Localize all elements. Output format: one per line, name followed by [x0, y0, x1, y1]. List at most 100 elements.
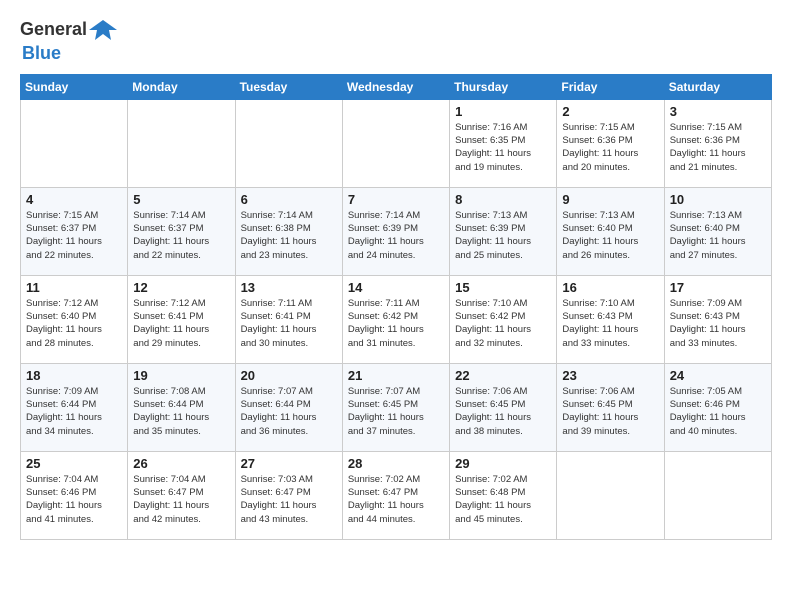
calendar-cell: 15 Sunrise: 7:10 AM Sunset: 6:42 PM Dayli… — [450, 275, 557, 363]
calendar-cell: 9 Sunrise: 7:13 AM Sunset: 6:40 PM Daylig… — [557, 187, 664, 275]
day-number: 19 — [133, 368, 229, 383]
day-number: 7 — [348, 192, 444, 207]
calendar-cell: 24 Sunrise: 7:05 AM Sunset: 6:46 PM Dayli… — [664, 363, 771, 451]
cell-info: Sunrise: 7:10 AM Sunset: 6:42 PM Dayligh… — [455, 297, 551, 350]
day-number: 2 — [562, 104, 658, 119]
cell-info: Sunrise: 7:13 AM Sunset: 6:40 PM Dayligh… — [562, 209, 658, 262]
day-number: 22 — [455, 368, 551, 383]
calendar-cell — [342, 99, 449, 187]
calendar-cell: 13Sunrise: 7:11 AM Sunset: 6:41 PM Dayli… — [235, 275, 342, 363]
calendar-header-row: SundayMondayTuesdayWednesdayThursdayFrid… — [21, 74, 772, 99]
day-number: 29 — [455, 456, 551, 471]
cell-info: Sunrise: 7:06 AM Sunset: 6:45 PM Dayligh… — [455, 385, 551, 438]
day-header-sunday: Sunday — [21, 74, 128, 99]
day-number: 23 — [562, 368, 658, 383]
cell-info: Sunrise: 7:16 AM Sunset: 6:35 PM Dayligh… — [455, 121, 551, 174]
calendar-cell: 8 Sunrise: 7:13 AM Sunset: 6:39 PM Daylig… — [450, 187, 557, 275]
cell-info: Sunrise: 7:14 AM Sunset: 6:38 PM Dayligh… — [241, 209, 337, 262]
cell-info: Sunrise: 7:10 AM Sunset: 6:43 PM Dayligh… — [562, 297, 658, 350]
cell-info: Sunrise: 7:14 AM Sunset: 6:39 PM Dayligh… — [348, 209, 444, 262]
cell-info: Sunrise: 7:03 AM Sunset: 6:47 PM Dayligh… — [241, 473, 337, 526]
cell-info: Sunrise: 7:12 AM Sunset: 6:41 PM Dayligh… — [133, 297, 229, 350]
calendar-cell: 23 Sunrise: 7:06 AM Sunset: 6:45 PM Dayli… — [557, 363, 664, 451]
day-number: 18 — [26, 368, 122, 383]
calendar-cell: 26Sunrise: 7:04 AM Sunset: 6:47 PM Dayli… — [128, 451, 235, 539]
day-number: 15 — [455, 280, 551, 295]
day-number: 10 — [670, 192, 766, 207]
logo-bird-icon — [89, 16, 117, 44]
calendar-cell: 1 Sunrise: 7:16 AM Sunset: 6:35 PM Daylig… — [450, 99, 557, 187]
calendar-cell: 16 Sunrise: 7:10 AM Sunset: 6:43 PM Dayli… — [557, 275, 664, 363]
calendar-cell: 21 Sunrise: 7:07 AM Sunset: 6:45 PM Dayli… — [342, 363, 449, 451]
day-number: 6 — [241, 192, 337, 207]
cell-info: Sunrise: 7:13 AM Sunset: 6:39 PM Dayligh… — [455, 209, 551, 262]
calendar-week-1: 1 Sunrise: 7:16 AM Sunset: 6:35 PM Daylig… — [21, 99, 772, 187]
logo: General Blue — [20, 16, 117, 64]
calendar-cell: 7 Sunrise: 7:14 AM Sunset: 6:39 PM Daylig… — [342, 187, 449, 275]
calendar-cell — [664, 451, 771, 539]
calendar-cell — [235, 99, 342, 187]
calendar-cell: 19 Sunrise: 7:08 AM Sunset: 6:44 PM Dayli… — [128, 363, 235, 451]
cell-info: Sunrise: 7:12 AM Sunset: 6:40 PM Dayligh… — [26, 297, 122, 350]
cell-info: Sunrise: 7:09 AM Sunset: 6:43 PM Dayligh… — [670, 297, 766, 350]
cell-info: Sunrise: 7:15 AM Sunset: 6:37 PM Dayligh… — [26, 209, 122, 262]
calendar-cell: 22 Sunrise: 7:06 AM Sunset: 6:45 PM Dayli… — [450, 363, 557, 451]
calendar-cell: 2Sunrise: 7:15 AM Sunset: 6:36 PM Daylig… — [557, 99, 664, 187]
page-header: General Blue — [20, 16, 772, 64]
day-number: 16 — [562, 280, 658, 295]
day-number: 25 — [26, 456, 122, 471]
calendar-cell: 29 Sunrise: 7:02 AM Sunset: 6:48 PM Dayli… — [450, 451, 557, 539]
day-number: 4 — [26, 192, 122, 207]
calendar-week-5: 25 Sunrise: 7:04 AM Sunset: 6:46 PM Dayli… — [21, 451, 772, 539]
cell-info: Sunrise: 7:13 AM Sunset: 6:40 PM Dayligh… — [670, 209, 766, 262]
day-number: 28 — [348, 456, 444, 471]
cell-info: Sunrise: 7:07 AM Sunset: 6:44 PM Dayligh… — [241, 385, 337, 438]
logo-blue: Blue — [22, 44, 117, 64]
calendar-cell — [128, 99, 235, 187]
calendar-cell: 6 Sunrise: 7:14 AM Sunset: 6:38 PM Daylig… — [235, 187, 342, 275]
cell-info: Sunrise: 7:08 AM Sunset: 6:44 PM Dayligh… — [133, 385, 229, 438]
calendar-cell: 4 Sunrise: 7:15 AM Sunset: 6:37 PM Daylig… — [21, 187, 128, 275]
cell-info: Sunrise: 7:02 AM Sunset: 6:48 PM Dayligh… — [455, 473, 551, 526]
day-header-tuesday: Tuesday — [235, 74, 342, 99]
cell-info: Sunrise: 7:06 AM Sunset: 6:45 PM Dayligh… — [562, 385, 658, 438]
day-number: 11 — [26, 280, 122, 295]
day-number: 3 — [670, 104, 766, 119]
cell-info: Sunrise: 7:09 AM Sunset: 6:44 PM Dayligh… — [26, 385, 122, 438]
calendar-cell: 20Sunrise: 7:07 AM Sunset: 6:44 PM Dayli… — [235, 363, 342, 451]
calendar-week-2: 4 Sunrise: 7:15 AM Sunset: 6:37 PM Daylig… — [21, 187, 772, 275]
calendar-cell — [557, 451, 664, 539]
cell-info: Sunrise: 7:11 AM Sunset: 6:42 PM Dayligh… — [348, 297, 444, 350]
calendar-cell: 25 Sunrise: 7:04 AM Sunset: 6:46 PM Dayli… — [21, 451, 128, 539]
day-number: 24 — [670, 368, 766, 383]
calendar-cell: 28 Sunrise: 7:02 AM Sunset: 6:47 PM Dayli… — [342, 451, 449, 539]
calendar-cell: 10 Sunrise: 7:13 AM Sunset: 6:40 PM Dayli… — [664, 187, 771, 275]
day-header-friday: Friday — [557, 74, 664, 99]
cell-info: Sunrise: 7:07 AM Sunset: 6:45 PM Dayligh… — [348, 385, 444, 438]
cell-info: Sunrise: 7:05 AM Sunset: 6:46 PM Dayligh… — [670, 385, 766, 438]
calendar-cell: 27 Sunrise: 7:03 AM Sunset: 6:47 PM Dayli… — [235, 451, 342, 539]
cell-info: Sunrise: 7:04 AM Sunset: 6:46 PM Dayligh… — [26, 473, 122, 526]
calendar-week-4: 18 Sunrise: 7:09 AM Sunset: 6:44 PM Dayli… — [21, 363, 772, 451]
day-header-saturday: Saturday — [664, 74, 771, 99]
day-number: 9 — [562, 192, 658, 207]
day-number: 1 — [455, 104, 551, 119]
day-number: 8 — [455, 192, 551, 207]
day-number: 14 — [348, 280, 444, 295]
calendar-week-3: 11 Sunrise: 7:12 AM Sunset: 6:40 PM Dayli… — [21, 275, 772, 363]
day-number: 21 — [348, 368, 444, 383]
day-header-thursday: Thursday — [450, 74, 557, 99]
calendar-cell: 11 Sunrise: 7:12 AM Sunset: 6:40 PM Dayli… — [21, 275, 128, 363]
calendar-cell: 5Sunrise: 7:14 AM Sunset: 6:37 PM Daylig… — [128, 187, 235, 275]
cell-info: Sunrise: 7:02 AM Sunset: 6:47 PM Dayligh… — [348, 473, 444, 526]
calendar-cell — [21, 99, 128, 187]
calendar-table: SundayMondayTuesdayWednesdayThursdayFrid… — [20, 74, 772, 540]
cell-info: Sunrise: 7:15 AM Sunset: 6:36 PM Dayligh… — [670, 121, 766, 174]
logo-general: General — [20, 20, 87, 40]
day-number: 27 — [241, 456, 337, 471]
day-number: 13 — [241, 280, 337, 295]
day-header-monday: Monday — [128, 74, 235, 99]
calendar-cell: 12Sunrise: 7:12 AM Sunset: 6:41 PM Dayli… — [128, 275, 235, 363]
day-number: 5 — [133, 192, 229, 207]
calendar-body: 1 Sunrise: 7:16 AM Sunset: 6:35 PM Daylig… — [21, 99, 772, 539]
